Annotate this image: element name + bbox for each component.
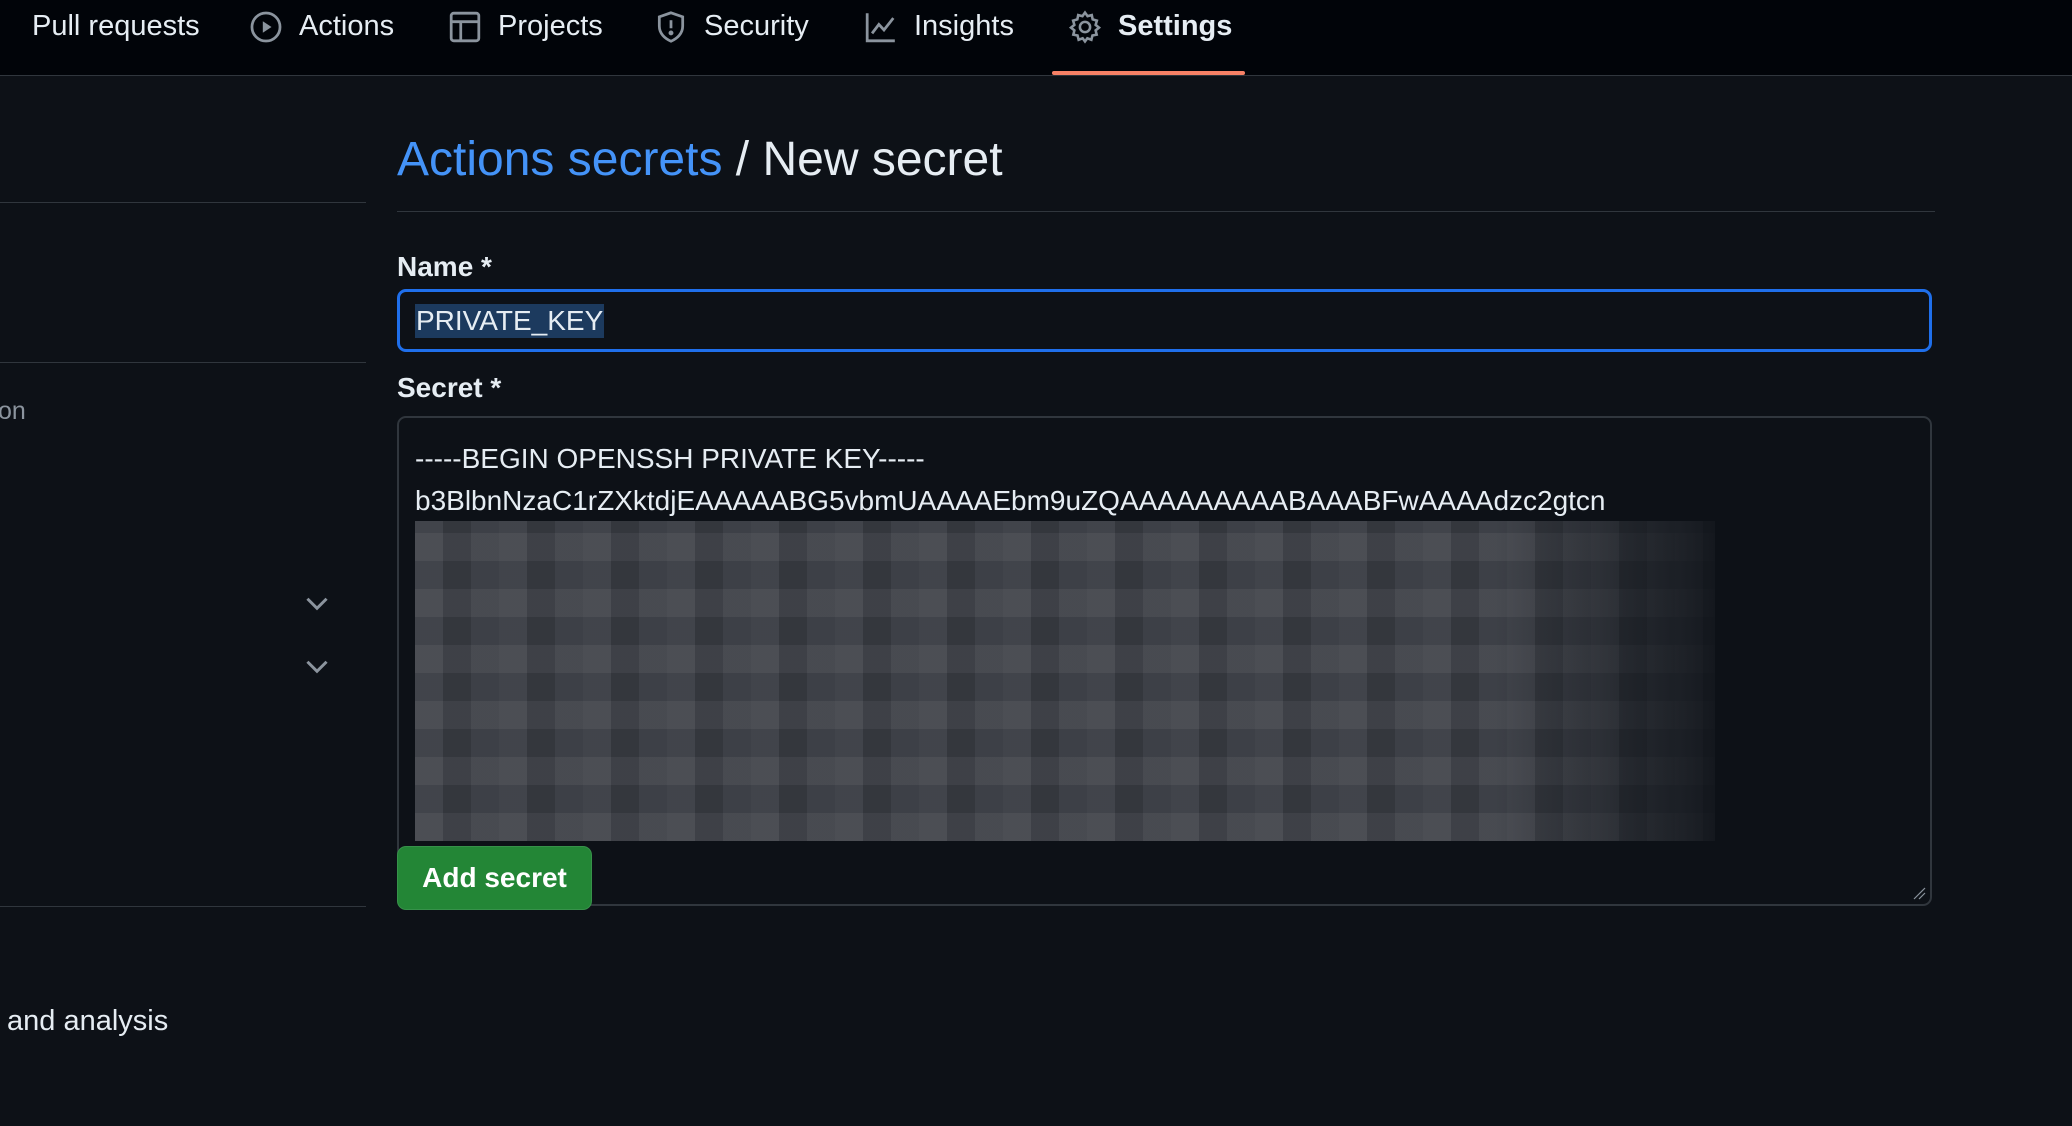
breadcrumb-actions-secrets-link[interactable]: Actions secrets [397,133,722,186]
breadcrumb-current: New secret [762,133,1003,186]
tab-projects[interactable]: Projects [448,0,603,76]
pull-request-icon [0,10,16,44]
secret-text-line: -----BEGIN OPENSSH PRIVATE KEY----- [415,443,925,474]
breadcrumb-separator: / [735,133,750,186]
tab-pull-requests[interactable]: Pull requests [0,0,200,76]
tab-pull-requests-label: Pull requests [32,10,200,42]
chevron-down-icon[interactable] [300,649,334,683]
tab-insights[interactable]: Insights [864,0,1014,76]
add-secret-button[interactable]: Add secret [397,846,592,910]
tab-security[interactable]: Security [654,0,809,76]
resize-handle-icon[interactable] [1912,886,1926,900]
sidebar-item-code-security[interactable]: and analysis [7,1005,168,1038]
tab-security-label: Security [704,10,809,42]
page-title: Actions secrets / New secret [397,132,1003,187]
active-tab-underline [1052,71,1245,75]
title-divider [397,211,1935,212]
tab-settings[interactable]: Settings [1068,0,1232,76]
play-circle-icon [249,10,283,44]
name-input[interactable]: PRIVATE_KEY [397,289,1932,352]
tab-actions-label: Actions [299,10,395,42]
shield-icon [654,10,688,44]
secret-text-line: b3BlbnNzaC1rZXktdjEAAAAABG5vbmUAAAAEbm9u… [415,485,1606,516]
redacted-content [415,521,1715,841]
table-icon [448,10,482,44]
settings-sidebar: on and analysis [0,76,366,1126]
sidebar-section-heading: on [0,397,26,425]
repo-nav: Pull requests Actions Projects Security [0,0,2072,76]
tab-settings-label: Settings [1118,10,1233,42]
name-label: Name * [397,251,492,282]
sidebar-divider [0,202,366,203]
tab-actions[interactable]: Actions [249,0,394,76]
sidebar-divider [0,906,366,907]
sidebar-divider [0,362,366,363]
tab-insights-label: Insights [914,10,1014,42]
secret-textarea[interactable]: -----BEGIN OPENSSH PRIVATE KEY----- b3Bl… [397,416,1932,906]
graph-icon [864,10,898,44]
secret-label: Secret * [397,372,502,403]
gear-icon [1068,10,1102,44]
chevron-down-icon[interactable] [300,586,334,620]
name-input-value: PRIVATE_KEY [415,303,605,338]
tab-projects-label: Projects [498,10,603,42]
